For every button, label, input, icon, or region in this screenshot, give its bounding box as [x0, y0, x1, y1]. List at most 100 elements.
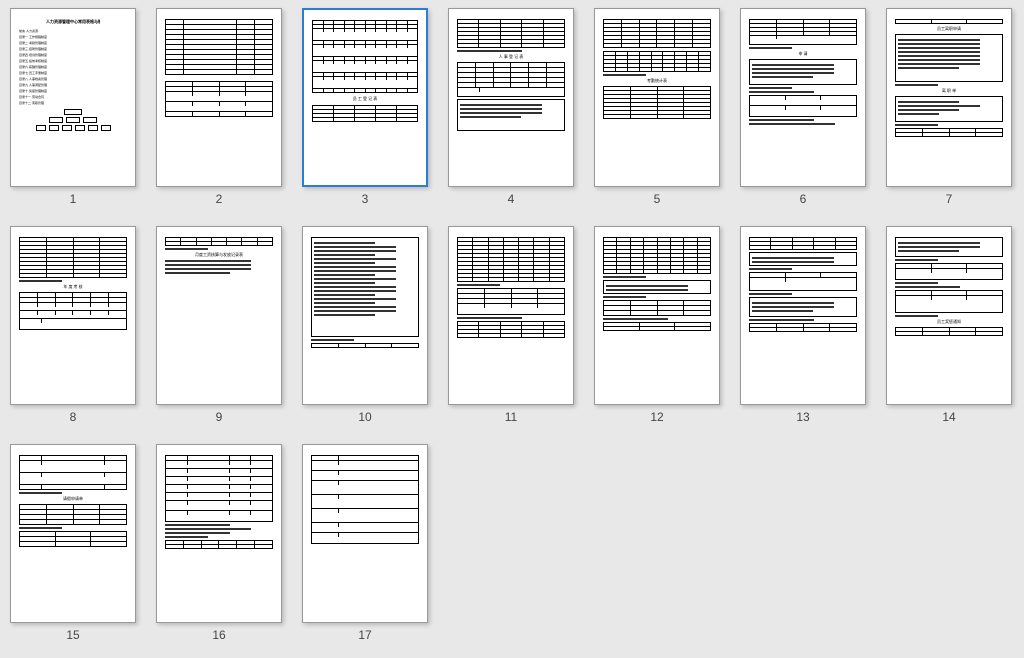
thumbnail-grid: 人力资源管理中心常用表格与制度 前言·人力资源 目录一·工作规程制度 目录二·考…: [0, 0, 1024, 650]
page-number: 10: [358, 410, 371, 424]
toc-line: 目录五·绩效考核制度: [19, 59, 84, 63]
page-thumb-1[interactable]: 人力资源管理中心常用表格与制度 前言·人力资源 目录一·工作规程制度 目录二·考…: [10, 8, 136, 187]
page-wrap-13: 13: [740, 226, 866, 424]
table: [603, 86, 711, 119]
page-number: 7: [946, 192, 953, 206]
table: [603, 322, 711, 331]
page-wrap-15: 请假申请单 15: [10, 444, 136, 642]
table: [165, 540, 273, 549]
page-number: 13: [796, 410, 809, 424]
page-thumb-12[interactable]: [594, 226, 720, 405]
page-thumb-7[interactable]: 员工离职申请 离 职 单: [886, 8, 1012, 187]
page-number: 8: [70, 410, 77, 424]
table: [603, 300, 711, 316]
table: [603, 19, 711, 48]
page-wrap-1: 人力资源管理中心常用表格与制度 前言·人力资源 目录一·工作规程制度 目录二·考…: [10, 8, 136, 206]
text-box: [749, 252, 857, 266]
table: [895, 19, 1003, 24]
page-thumb-6[interactable]: 申 请: [740, 8, 866, 187]
heading: 人 事 登 记 表: [457, 54, 565, 60]
page-number: 6: [800, 192, 807, 206]
table: [457, 321, 565, 338]
page-number: 17: [358, 628, 371, 642]
toc-line: 目录四·培训管理制度: [19, 53, 84, 57]
page-thumb-2[interactable]: [156, 8, 282, 187]
page-number: 1: [70, 192, 77, 206]
page-number: 4: [508, 192, 515, 206]
page-wrap-12: 12: [594, 226, 720, 424]
heading: 申 请: [749, 51, 857, 57]
page-number: 9: [216, 410, 223, 424]
toc-line: 前言·人力资源: [19, 29, 62, 33]
page-number: 11: [505, 410, 517, 424]
page-thumb-9[interactable]: 月度工资核算与发放记录表: [156, 226, 282, 405]
page-thumb-11[interactable]: [448, 226, 574, 405]
toc-line: 目录七·员工手册制度: [19, 71, 84, 75]
toc-line: 目录九·人事调配管理: [19, 83, 62, 87]
page-wrap-9: 月度工资核算与发放记录表 9: [156, 226, 282, 424]
table: [19, 455, 127, 490]
page-number: 3: [362, 192, 369, 206]
page-number: 14: [942, 410, 955, 424]
heading: 考勤统计表: [603, 78, 711, 84]
toc-line: 目录八·人事档案管理: [19, 77, 84, 81]
page-thumb-13[interactable]: [740, 226, 866, 405]
text-box: [749, 59, 857, 85]
toc-line: 目录十二·离职管理: [19, 101, 62, 105]
heading: 员工奖惩通知: [895, 319, 1003, 325]
page-number: 2: [216, 192, 223, 206]
table: [311, 343, 419, 348]
table: [165, 455, 273, 522]
table-caption: 员 工 登 记 表: [312, 96, 418, 102]
table: [457, 62, 565, 97]
page-thumb-10[interactable]: [302, 226, 428, 405]
page-wrap-5: 考勤统计表 5: [594, 8, 720, 206]
table: [749, 323, 857, 332]
table: [603, 51, 711, 72]
toc-line: 目录一·工作规程制度: [19, 35, 84, 39]
page-number: 12: [650, 410, 663, 424]
table: [749, 272, 857, 291]
page-wrap-17: 17: [302, 444, 428, 642]
table: [311, 455, 419, 544]
page-wrap-10: 10: [302, 226, 428, 424]
table: [457, 237, 565, 282]
table: [165, 237, 273, 246]
page-thumb-14[interactable]: 员工奖惩通知: [886, 226, 1012, 405]
page-thumb-3[interactable]: 员 工 登 记 表: [302, 8, 428, 187]
text-box: [457, 99, 565, 131]
table: [19, 504, 127, 525]
table: [895, 263, 1003, 280]
page-thumb-4[interactable]: 人 事 登 记 表: [448, 8, 574, 187]
table: [457, 288, 565, 315]
table: [895, 128, 1003, 137]
heading: 请假申请单: [19, 496, 127, 502]
heading: 年 度 考 核: [19, 284, 127, 290]
page-number: 16: [212, 628, 225, 642]
toc-line: 目录十一·劳动合同: [19, 95, 62, 99]
table: [749, 19, 857, 45]
page-thumb-16[interactable]: [156, 444, 282, 623]
toc-line: 目录二·考勤管理制度: [19, 41, 84, 45]
page-thumb-5[interactable]: 考勤统计表: [594, 8, 720, 187]
sub-heading: 离 职 单: [895, 88, 1003, 94]
org-chart: [19, 109, 127, 131]
table: [895, 290, 1003, 313]
page-title: 人力资源管理中心常用表格与制度: [46, 19, 100, 25]
text-box: [895, 237, 1003, 257]
page-wrap-6: 申 请 6: [740, 8, 866, 206]
table: [603, 237, 711, 274]
page-wrap-14: 员工奖惩通知 14: [886, 226, 1012, 424]
heading: 月度工资核算与发放记录表: [165, 252, 273, 258]
text-box: [895, 96, 1003, 122]
page-thumb-8[interactable]: 年 度 考 核: [10, 226, 136, 405]
toc-line: 目录三·招聘管理制度: [19, 47, 84, 51]
page-thumb-17[interactable]: [302, 444, 428, 623]
table: [749, 95, 857, 117]
page-wrap-7: 员工离职申请 离 职 单 7: [886, 8, 1012, 206]
page-wrap-4: 人 事 登 记 表 4: [448, 8, 574, 206]
page-wrap-3: 员 工 登 记 表 3: [302, 8, 428, 206]
page-thumb-15[interactable]: 请假申请单: [10, 444, 136, 623]
table: [312, 105, 418, 122]
text-box: [749, 297, 857, 317]
